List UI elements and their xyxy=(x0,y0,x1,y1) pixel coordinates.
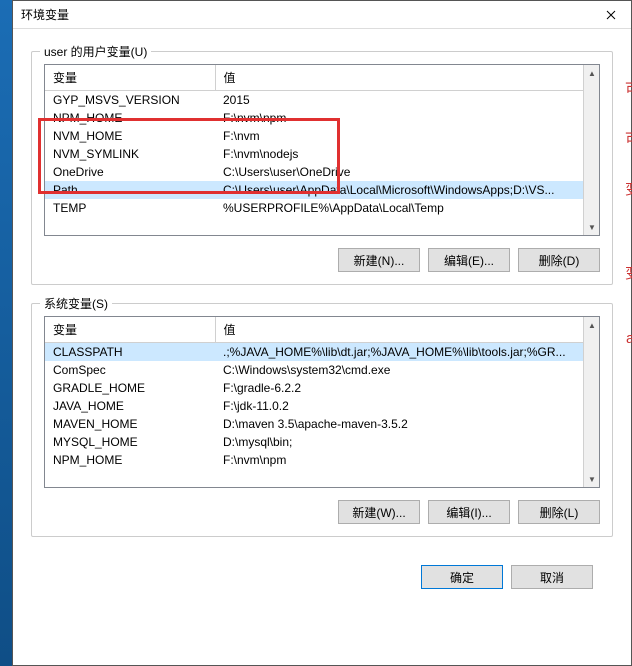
table-row[interactable]: GYP_MSVS_VERSION2015 xyxy=(45,91,599,110)
user-vars-table[interactable]: 变量 值 GYP_MSVS_VERSION2015 NPM_HOMEF:\nvm… xyxy=(45,65,599,217)
system-vars-table[interactable]: 变量 值 CLASSPATH.;%JAVA_HOME%\lib\dt.jar;%… xyxy=(45,317,599,469)
table-row[interactable]: GRADLE_HOMEF:\gradle-6.2.2 xyxy=(45,379,599,397)
scrollbar[interactable]: ▲ ▼ xyxy=(583,317,599,487)
bg-char: a xyxy=(626,330,632,347)
system-vars-label: 系统变量(S) xyxy=(40,295,112,312)
system-buttons-row: 新建(W)... 编辑(I)... 删除(L) xyxy=(44,500,600,524)
user-vars-label: user 的用户变量(U) xyxy=(40,43,151,60)
close-icon xyxy=(606,10,616,20)
background-left-edge xyxy=(0,0,12,666)
col-name[interactable]: 变量 xyxy=(45,317,215,343)
system-vars-table-wrap: 变量 值 CLASSPATH.;%JAVA_HOME%\lib\dt.jar;%… xyxy=(44,316,600,488)
user-buttons-row: 新建(N)... 编辑(E)... 删除(D) xyxy=(44,248,600,272)
cancel-button[interactable]: 取消 xyxy=(511,565,593,589)
table-row[interactable]: NPM_HOMEF:\nvm\npm xyxy=(45,109,599,127)
edit-system-var-button[interactable]: 编辑(I)... xyxy=(428,500,510,524)
table-row[interactable]: TEMP%USERPROFILE%\AppData\Local\Temp xyxy=(45,199,599,217)
col-value[interactable]: 值 xyxy=(215,317,599,343)
scroll-up-icon[interactable]: ▲ xyxy=(584,65,600,81)
delete-user-var-button[interactable]: 删除(D) xyxy=(518,248,600,272)
table-row[interactable]: CLASSPATH.;%JAVA_HOME%\lib\dt.jar;%JAVA_… xyxy=(45,343,599,362)
user-vars-group: user 的用户变量(U) 变量 值 GYP_MSVS_VERSION2015 … xyxy=(31,51,613,285)
scroll-down-icon[interactable]: ▼ xyxy=(584,219,600,235)
table-row[interactable]: MAVEN_HOMED:\maven 3.5\apache-maven-3.5.… xyxy=(45,415,599,433)
col-value[interactable]: 值 xyxy=(215,65,599,91)
dialog-content: user 的用户变量(U) 变量 值 GYP_MSVS_VERSION2015 … xyxy=(13,29,631,589)
table-row[interactable]: OneDriveC:\Users\user\OneDrive xyxy=(45,163,599,181)
table-row[interactable]: NPM_HOMEF:\nvm\npm xyxy=(45,451,599,469)
edit-user-var-button[interactable]: 编辑(E)... xyxy=(428,248,510,272)
system-vars-group: 系统变量(S) 变量 值 CLASSPATH.;%JAVA_HOME%\lib\… xyxy=(31,303,613,537)
close-button[interactable] xyxy=(591,1,631,29)
titlebar: 环境变量 xyxy=(13,1,631,29)
scroll-up-icon[interactable]: ▲ xyxy=(584,317,600,333)
new-system-var-button[interactable]: 新建(W)... xyxy=(338,500,420,524)
table-row[interactable]: ComSpecC:\Windows\system32\cmd.exe xyxy=(45,361,599,379)
col-name[interactable]: 变量 xyxy=(45,65,215,91)
delete-system-var-button[interactable]: 删除(L) xyxy=(518,500,600,524)
table-row[interactable]: JAVA_HOMEF:\jdk-11.0.2 xyxy=(45,397,599,415)
bg-char: 变 xyxy=(625,178,632,199)
table-row[interactable]: NVM_SYMLINKF:\nvm\nodejs xyxy=(45,145,599,163)
table-row[interactable]: NVM_HOMEF:\nvm xyxy=(45,127,599,145)
env-vars-dialog: 环境变量 user 的用户变量(U) 变量 值 GYP_MSVS_VERSION… xyxy=(12,0,632,666)
window-title: 环境变量 xyxy=(21,6,69,23)
table-row[interactable]: PathC:\Users\user\AppData\Local\Microsof… xyxy=(45,181,599,199)
table-row[interactable]: MYSQL_HOMED:\mysql\bin; xyxy=(45,433,599,451)
new-user-var-button[interactable]: 新建(N)... xyxy=(338,248,420,272)
bg-char: 可 xyxy=(625,128,632,149)
bg-char: 可 xyxy=(625,78,632,99)
scroll-down-icon[interactable]: ▼ xyxy=(584,471,600,487)
dialog-footer: 确定 取消 xyxy=(31,555,613,589)
user-vars-table-wrap: 变量 值 GYP_MSVS_VERSION2015 NPM_HOMEF:\nvm… xyxy=(44,64,600,236)
ok-button[interactable]: 确定 xyxy=(421,565,503,589)
scrollbar[interactable]: ▲ ▼ xyxy=(583,65,599,235)
bg-char: 变 xyxy=(625,262,632,283)
